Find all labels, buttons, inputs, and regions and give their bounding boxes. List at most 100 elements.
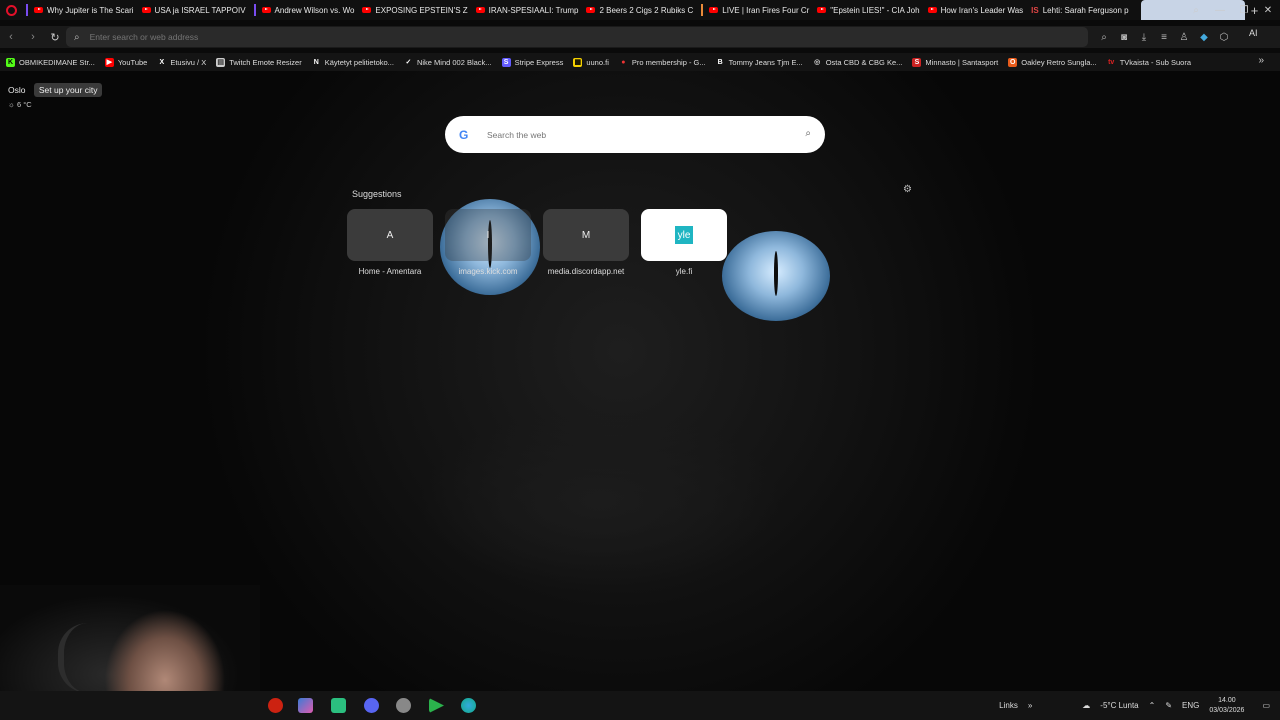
discord-taskbar-icon[interactable] [364,698,379,713]
bookmark[interactable]: S Stripe Express [501,57,563,67]
tab-title: 2 Beers 2 Cigs 2 Rubiks C [599,5,694,15]
youtube-icon [261,7,271,13]
bookmark[interactable]: ✓ Nike Mind 002 Black... [404,58,492,67]
youtube-icon [586,7,596,13]
bookmark[interactable]: ▤ Twitch Emote Resizer [216,57,302,67]
tab[interactable]: "Epstein LIES!" - CIA Joh [813,0,923,20]
bookmark[interactable]: X Etusivu / X [157,57,207,67]
search-input[interactable] [485,128,785,141]
tab[interactable]: IS Lehti: Sarah Ferguson p [1027,0,1132,20]
address-bar[interactable]: ⌕ [66,27,1088,47]
links-toolbar[interactable]: Links [999,701,1018,710]
reload-icon[interactable]: ↻ [44,31,66,44]
chat-taskbar-icon[interactable] [331,698,346,713]
setup-city-button[interactable]: Set up your city [33,83,103,97]
language-indicator[interactable]: ENG [1182,701,1199,710]
youtube-icon [141,7,151,13]
bookmark[interactable]: N Käytetyt pelitietoko... [312,58,394,67]
clock-date: 03/03/2026 [1209,706,1245,714]
notification-icon[interactable]: ▭ [1262,701,1270,710]
tab-indicator [253,4,256,16]
search-icon[interactable]: ⌕ [805,128,811,139]
bookmark-label: Twitch Emote Resizer [229,57,302,67]
weather-widget: Oslo Set up your city ☼ 6 °C [8,83,103,109]
address-tools: ⌕ ◙ ⤓ ≡ ♙ ◆ ⬡ [1094,26,1234,48]
cube-icon[interactable]: ⬡ [1214,32,1234,43]
opera-logo-icon[interactable] [0,0,22,20]
tab[interactable]: How Iran's Leader Was [924,0,1028,20]
tab-search-icon[interactable]: ⌕ [1184,5,1208,16]
search-tabs-icon[interactable]: ⌕ [1094,32,1114,43]
edge-taskbar-icon[interactable] [461,698,476,713]
camera-icon[interactable]: ◙ [1114,32,1134,43]
speed-dial-tile[interactable]: yle [641,209,727,261]
x-icon: X [159,58,165,66]
bookmark[interactable]: O Oakley Retro Sungla... [1008,57,1097,67]
bookmark[interactable]: ▶ YouTube [104,57,147,67]
system-tray: Links » ☁ -5°C Lunta ⌃ ✎ ENG 14.00 03/03… [999,691,1280,720]
tab-indicator [26,4,28,16]
tile-label: yle.fi [675,267,693,276]
bookmark[interactable]: S Minnasto | Santasport [912,57,999,67]
weather-taskbar-icon[interactable]: ☁ [1082,701,1090,710]
tab[interactable]: 2 Beers 2 Cigs 2 Rubiks C [582,0,697,20]
tab[interactable]: Andrew Wilson vs. Wo [250,0,359,20]
headphones [58,623,98,693]
speed-dial-tile[interactable]: I [445,209,531,261]
bookmark[interactable]: tv TVkaista - Sub Suora [1107,58,1191,67]
taskbar: Links » ☁ -5°C Lunta ⌃ ✎ ENG 14.00 03/03… [0,691,1280,720]
bookmark-label: OBMIKEDIMANE Str... [19,57,95,67]
download-icon[interactable]: ⤓ [1134,32,1154,43]
stripe-icon: S [501,57,511,67]
settings-taskbar-icon[interactable] [396,698,411,713]
bookmark[interactable]: B Tommy Jeans Tjm E... [716,58,803,67]
play-taskbar-icon[interactable] [429,698,444,713]
bookmark[interactable]: ● Pro membership - G... [619,58,705,67]
menu-icon[interactable]: ≡ [1154,32,1174,43]
bookmark-label: Minnasto | Santasport [925,57,999,67]
tile-letter: I [486,229,490,241]
search-box[interactable]: G ⌕ [445,116,825,153]
tab[interactable]: EXPOSING EPSTEIN'S Z [358,0,471,20]
maximize-icon[interactable]: ❐ [1232,5,1256,16]
youtube-icon [927,7,937,13]
tab[interactable]: USA ja ISRAEL TAPPOIV [138,0,250,20]
more-bookmarks-icon[interactable]: » [1258,55,1264,66]
taskbar-weather[interactable]: -5°C Lunta [1100,701,1138,710]
search-icon: ⌕ [74,31,80,43]
youtube-icon [34,7,43,13]
chevron-double-icon[interactable]: » [1028,701,1032,710]
speed-dial-tile[interactable]: A [347,209,433,261]
speed-dial-tile[interactable]: M [543,209,629,261]
profile-icon[interactable]: ♙ [1174,32,1194,43]
bookmark[interactable]: ◎ Osta CBD & CBG Ke... [813,58,902,67]
youtube-icon [475,7,485,13]
tab-title: How Iran's Leader Was [940,5,1024,15]
ai-button[interactable]: AI [1249,28,1258,38]
app-taskbar-icon[interactable] [298,698,313,713]
clock[interactable]: 14.00 03/03/2026 [1209,696,1244,716]
google-icon: G [459,127,469,142]
extension-icon[interactable]: ◆ [1194,32,1214,43]
pen-icon[interactable]: ✎ [1165,701,1172,710]
forward-arrow-icon[interactable]: › [22,31,44,43]
wallpaper-eye-right [722,231,830,321]
opera-taskbar-icon[interactable] [268,698,283,713]
bookmark-label: Etusivu / X [170,57,207,67]
bookmark[interactable]: ▦ uuno.fi [573,57,609,67]
tab[interactable]: IRAN-SPESIAALI: Trump [472,0,583,20]
close-icon[interactable]: ✕ [1256,5,1280,16]
tab-indicator [701,4,704,16]
back-arrow-icon[interactable]: ‹ [0,31,22,43]
tray-chevron-up-icon[interactable]: ⌃ [1149,701,1156,710]
page-icon: ▤ [216,57,226,67]
bookmark[interactable]: K OBMIKEDIMANE Str... [6,57,95,67]
tab[interactable]: Why Jupiter is The Scari [22,0,138,20]
address-input[interactable] [87,31,588,43]
minimize-icon[interactable]: — [1208,5,1232,16]
youtube-icon: ▶ [104,57,114,67]
settings-gear-icon[interactable]: ⚙ [903,184,912,195]
uuno-icon: ▦ [573,57,583,67]
tab[interactable]: LIVE | Iran Fires Four Cr [697,0,813,20]
oakley-icon: O [1008,57,1018,67]
